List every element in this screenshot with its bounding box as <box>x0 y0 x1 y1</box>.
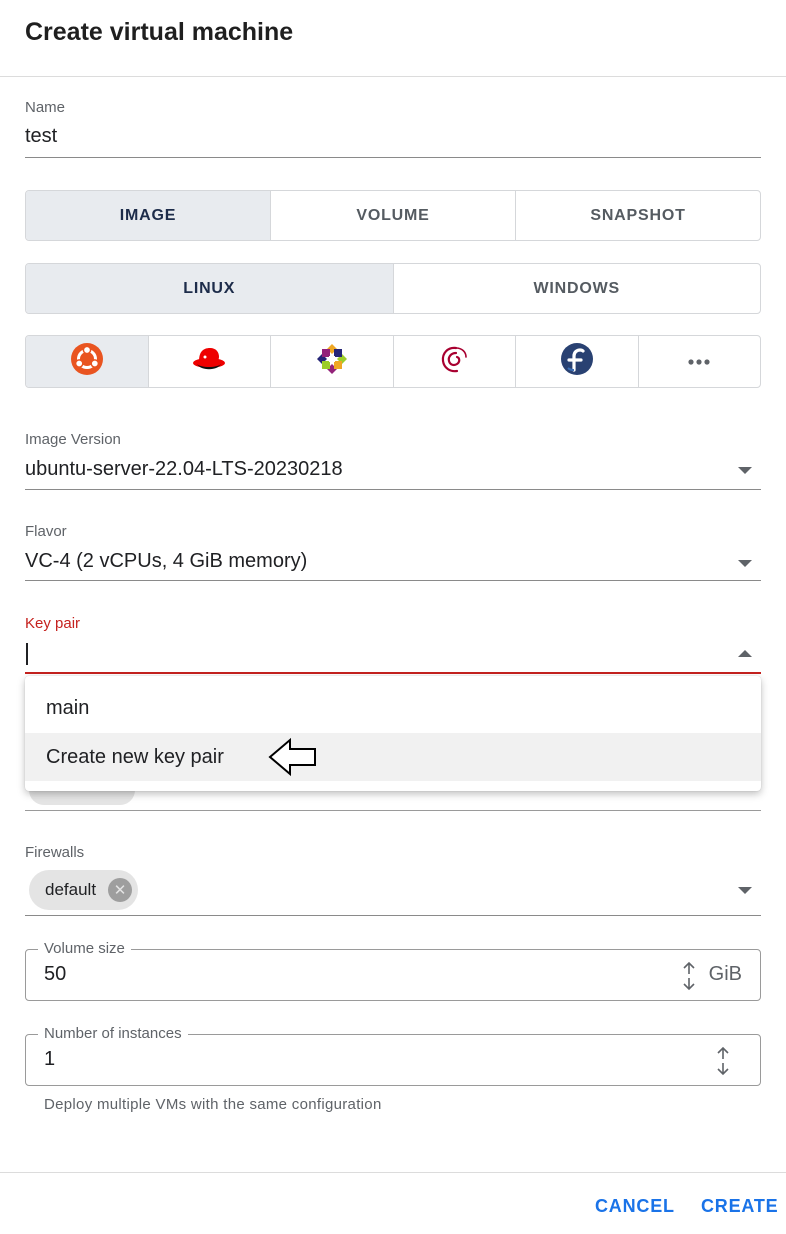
instances-helper-text: Deploy multiple VMs with the same config… <box>44 1096 382 1113</box>
tab-volume[interactable]: VOLUME <box>270 191 515 240</box>
menu-item-label: Create new key pair <box>46 745 224 768</box>
os-tabs: LINUX WINDOWS <box>25 263 761 314</box>
volume-size-unit: GiB <box>708 963 742 985</box>
key-pair-label: Key pair <box>25 615 81 632</box>
distro-selector <box>25 335 761 388</box>
firewall-chip-label: default <box>45 880 97 899</box>
tab-image[interactable]: IMAGE <box>26 191 270 240</box>
key-pair-input[interactable] <box>26 643 28 665</box>
distro-more-button[interactable] <box>637 336 761 387</box>
pointer-arrow-icon <box>268 737 318 777</box>
ubuntu-icon <box>70 342 104 381</box>
volume-size-input[interactable]: 50 <box>44 963 66 986</box>
name-underline <box>25 157 761 158</box>
key-pair-menu: main Create new key pair <box>25 676 761 791</box>
instances-input[interactable]: 1 <box>44 1048 55 1071</box>
key-pair-underline <box>25 672 761 674</box>
image-version-select[interactable]: ubuntu-server-22.04-LTS-20230218 <box>25 458 343 481</box>
create-button[interactable]: CREATE <box>701 1196 778 1217</box>
menu-item-create-new-key-pair[interactable]: Create new key pair <box>25 733 761 781</box>
image-version-label: Image Version <box>25 431 121 448</box>
flavor-underline <box>25 580 761 581</box>
flavor-dropdown-icon[interactable] <box>738 560 752 567</box>
header-divider <box>0 76 786 77</box>
volume-size-label: Volume size <box>38 940 131 957</box>
distro-fedora-button[interactable] <box>515 336 638 387</box>
instances-label: Number of instances <box>38 1025 188 1042</box>
flavor-select[interactable]: VC-4 (2 vCPUs, 4 GiB memory) <box>25 550 307 573</box>
instances-field[interactable]: Number of instances 1 <box>25 1025 761 1086</box>
cancel-button[interactable]: CANCEL <box>595 1196 675 1217</box>
distro-redhat-button[interactable] <box>147 336 271 387</box>
tab-snapshot[interactable]: SNAPSHOT <box>515 191 760 240</box>
flavor-label: Flavor <box>25 523 67 540</box>
firewalls-label: Firewalls <box>25 844 85 861</box>
hidden-field-underline <box>25 810 761 811</box>
distro-centos-button[interactable] <box>270 336 393 387</box>
fedora-icon <box>560 342 594 381</box>
key-pair-dropdown-icon[interactable] <box>738 650 752 657</box>
source-tabs: IMAGE VOLUME SNAPSHOT <box>25 190 761 241</box>
image-version-dropdown-icon[interactable] <box>738 467 752 474</box>
distro-debian-button[interactable] <box>392 336 516 387</box>
redhat-icon <box>191 344 227 379</box>
stepper-arrows-icon[interactable] <box>716 1046 730 1081</box>
firewalls-dropdown-icon[interactable] <box>738 887 752 894</box>
distro-ubuntu-button[interactable] <box>26 336 148 387</box>
debian-icon <box>438 342 470 381</box>
dialog-title: Create virtual machine <box>25 18 294 46</box>
centos-icon <box>316 343 348 380</box>
volume-size-field[interactable]: Volume size 50 GiB <box>25 940 761 1001</box>
tab-linux[interactable]: LINUX <box>26 264 393 313</box>
more-icon <box>687 353 711 371</box>
tab-windows[interactable]: WINDOWS <box>392 264 761 313</box>
name-input[interactable]: test <box>25 125 57 148</box>
footer-divider <box>0 1172 786 1173</box>
remove-chip-icon[interactable]: ✕ <box>108 878 133 902</box>
menu-item-main[interactable]: main <box>25 684 761 732</box>
stepper-arrows-icon[interactable] <box>682 961 696 996</box>
firewall-chip: default ✕ <box>29 870 139 910</box>
name-label: Name <box>25 99 66 116</box>
image-version-underline <box>25 489 761 490</box>
firewalls-underline <box>25 915 761 916</box>
